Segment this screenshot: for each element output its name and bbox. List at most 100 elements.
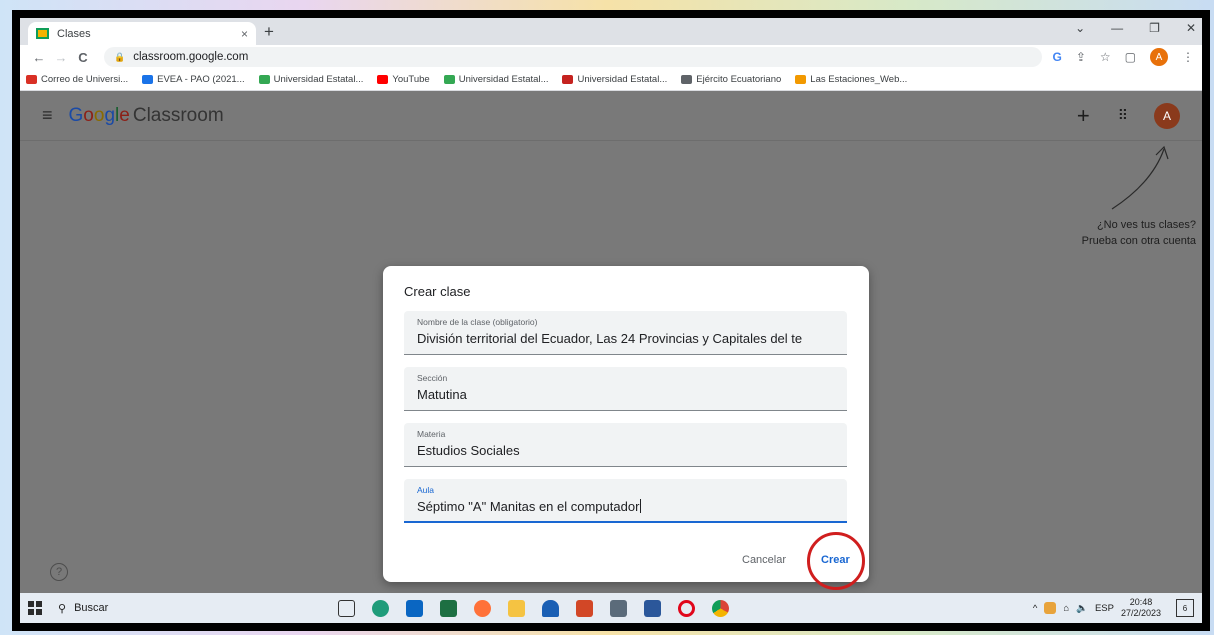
taskbar-search[interactable]: ⚲ Buscar	[58, 597, 308, 619]
opera-icon[interactable]	[678, 599, 695, 617]
language-indicator[interactable]: ESP	[1095, 603, 1114, 614]
create-join-class-button[interactable]: +	[1077, 103, 1090, 129]
browser-menu-icon[interactable]: ⋮	[1182, 50, 1194, 64]
bookmark-favicon-icon	[258, 75, 270, 84]
classroom-favicon-icon	[36, 28, 49, 39]
excel-icon[interactable]	[440, 599, 457, 617]
bookmark-favicon-icon	[142, 75, 154, 84]
bookmark-favicon-icon	[26, 75, 37, 84]
tab-title: Clases	[57, 27, 91, 40]
back-button[interactable]: ←	[28, 50, 50, 65]
volume-icon[interactable]: 🔈	[1076, 603, 1088, 614]
windows-taskbar: ⚲ Buscar ^ ⌂ 🔈 ESP 20:48 27/2/2023 6	[20, 593, 1202, 623]
bookmark-favicon-icon	[795, 75, 807, 84]
hint-arrow-icon	[1111, 145, 1169, 210]
bookmark-item[interactable]: Universidad Estatal...	[258, 74, 363, 85]
bookmark-label: EVEA - PAO (2021...	[157, 74, 245, 85]
bookmark-label: Las Estaciones_Web...	[810, 74, 908, 85]
lock-icon: 🔒	[114, 51, 126, 62]
search-icon: ⚲	[58, 602, 67, 615]
powerpoint-icon[interactable]	[576, 599, 593, 617]
bookmark-favicon-icon	[562, 75, 574, 84]
word-icon[interactable]	[644, 599, 661, 617]
new-tab-button[interactable]: +	[264, 22, 274, 42]
bookmark-favicon-icon	[443, 75, 455, 84]
search-placeholder: Buscar	[74, 602, 109, 614]
screenshot-frame: Clases × + ⌄ — ❐ ✕ ← → C 🔒 classroom.goo…	[12, 10, 1210, 631]
classroom-app: ≡ Google Classroom + ⠿ A ¿No ves tus clas…	[20, 91, 1202, 593]
tray-app-icon[interactable]	[1044, 602, 1057, 614]
profile-avatar[interactable]: A	[1150, 48, 1168, 66]
browser-tab[interactable]: Clases ×	[28, 22, 256, 45]
main-menu-icon[interactable]: ≡	[42, 105, 53, 126]
class-name-field[interactable]: Nombre de la clase (obligatorio) Divisió…	[404, 311, 847, 355]
camera-icon[interactable]	[610, 599, 627, 617]
minimize-button[interactable]: —	[1111, 21, 1123, 35]
account-avatar[interactable]: A	[1154, 102, 1180, 129]
share-icon[interactable]: ⇪	[1076, 50, 1086, 64]
screen: Clases × + ⌄ — ❐ ✕ ← → C 🔒 classroom.goo…	[20, 18, 1202, 623]
edge-icon[interactable]	[372, 599, 389, 617]
highlight-circle	[807, 532, 865, 590]
field-value: División territorial del Ecuador, Las 24…	[417, 331, 803, 346]
clock[interactable]: 20:48 27/2/2023	[1121, 597, 1161, 619]
google-apps-icon[interactable]: ⠿	[1118, 107, 1128, 124]
bookmark-label: YouTube	[392, 74, 430, 85]
browser-toolbar: ← → C 🔒 classroom.google.com G ⇪ ☆ ▢ A ⋮	[20, 45, 1202, 69]
tab-search-icon[interactable]: ⌄	[1075, 21, 1085, 35]
notifications-icon[interactable]: 6	[1176, 599, 1194, 617]
subject-field[interactable]: Materia Estudios Sociales	[404, 423, 847, 467]
room-field[interactable]: Aula Séptimo "A" Manitas en el computado…	[404, 479, 847, 523]
bookmark-item[interactable]: Ejército Ecuatoriano	[681, 74, 781, 85]
bookmark-item[interactable]: YouTube	[377, 74, 430, 85]
chrome-icon[interactable]	[712, 599, 729, 617]
url-text: classroom.google.com	[133, 51, 249, 63]
field-value: Estudios Sociales	[417, 443, 520, 458]
window-controls: ⌄ — ❐ ✕	[1075, 21, 1196, 35]
bookmark-label: Correo de Universi...	[41, 74, 129, 85]
field-label: Sección	[417, 373, 448, 383]
google-lens-icon[interactable]: G	[1052, 50, 1061, 64]
toolbar-actions: G ⇪ ☆ ▢ A ⋮	[1052, 48, 1194, 66]
bookmark-favicon-icon	[681, 75, 693, 84]
google-classroom-logo[interactable]: Google Classroom	[69, 105, 224, 127]
file-explorer-icon[interactable]	[508, 599, 525, 617]
switch-account-hint: ¿No ves tus clases? Prueba con otra cuen…	[1081, 219, 1196, 247]
windows-start-icon[interactable]	[28, 601, 42, 615]
bookmark-item[interactable]: Las Estaciones_Web...	[795, 74, 907, 85]
taskbar-apps	[338, 599, 729, 617]
field-label: Nombre de la clase (obligatorio)	[417, 317, 538, 327]
bookmark-item[interactable]: Universidad Estatal...	[443, 74, 549, 85]
firefox-icon[interactable]	[474, 599, 491, 617]
bookmark-label: Ejército Ecuatoriano	[696, 74, 782, 85]
system-tray: ^ ⌂ 🔈 ESP 20:48 27/2/2023 6	[1033, 597, 1194, 619]
field-value: Matutina	[417, 387, 467, 402]
bookmark-item[interactable]: Correo de Universi...	[26, 74, 128, 85]
help-icon[interactable]: ?	[50, 563, 68, 581]
task-view-icon[interactable]	[338, 599, 355, 617]
headset-app-icon[interactable]	[542, 599, 559, 617]
field-label: Aula	[417, 485, 435, 495]
address-bar[interactable]: 🔒 classroom.google.com	[104, 47, 1043, 67]
cancel-button[interactable]: Cancelar	[742, 554, 786, 566]
header-actions: + ⠿ A	[1077, 102, 1180, 129]
tab-strip: Clases × + ⌄ — ❐ ✕	[20, 18, 1202, 45]
reload-button[interactable]: C	[72, 50, 94, 65]
bookmark-item[interactable]: Universidad Estatal...	[562, 74, 667, 85]
bookmark-item[interactable]: EVEA - PAO (2021...	[142, 74, 245, 85]
close-window-button[interactable]: ✕	[1186, 21, 1196, 35]
create-class-dialog: Crear clase Nombre de la clase (obligato…	[383, 266, 869, 590]
text-caret	[640, 499, 642, 513]
side-panel-icon[interactable]: ▢	[1125, 50, 1136, 64]
network-icon[interactable]: ⌂	[1063, 603, 1069, 614]
tab-close-icon[interactable]: ×	[241, 27, 248, 41]
bookmarks-bar: Correo de Universi... EVEA - PAO (2021...…	[20, 69, 1202, 91]
tray-expand-icon[interactable]: ^	[1033, 603, 1037, 614]
forward-button[interactable]: →	[50, 50, 72, 65]
restore-button[interactable]: ❐	[1149, 21, 1160, 35]
section-field[interactable]: Sección Matutina	[404, 367, 847, 411]
app-header: ≡ Google Classroom + ⠿ A	[20, 91, 1202, 141]
bookmark-star-icon[interactable]: ☆	[1100, 50, 1111, 64]
bookmark-label: Universidad Estatal...	[458, 74, 549, 85]
mail-icon[interactable]	[406, 599, 423, 617]
